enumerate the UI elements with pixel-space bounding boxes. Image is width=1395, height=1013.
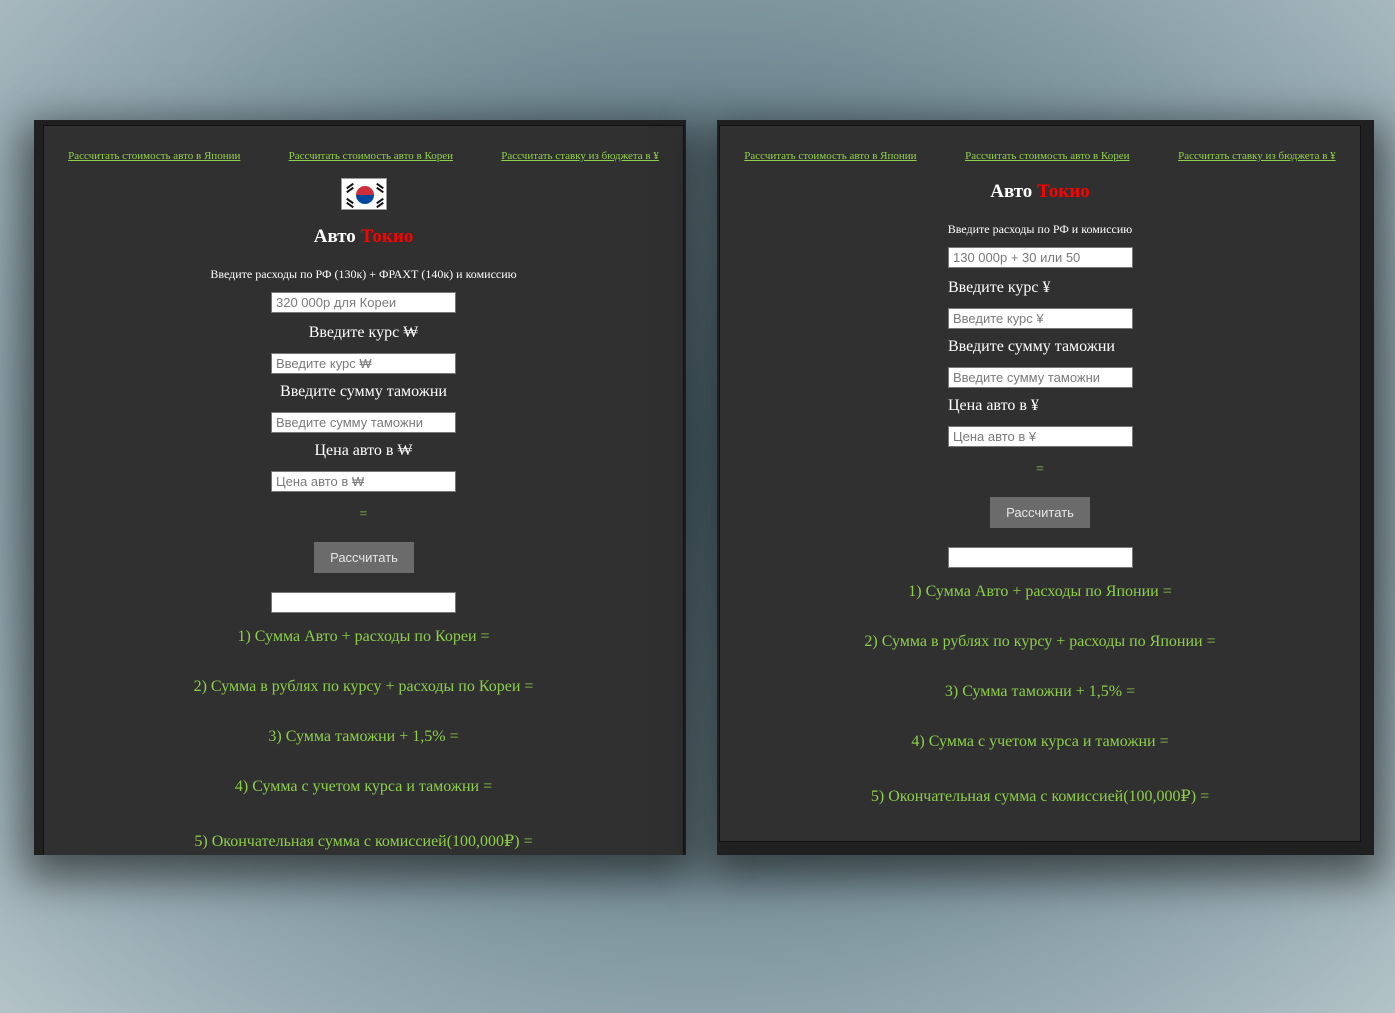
japan-calculator-window: Рассчитать стоимость авто в Японии Рассч…	[717, 120, 1374, 855]
customs-input[interactable]	[271, 412, 456, 433]
price-input[interactable]	[948, 426, 1133, 447]
japan-calculator-panel: Рассчитать стоимость авто в Японии Рассч…	[719, 125, 1361, 842]
title-prefix: Авто	[990, 181, 1033, 202]
price-input[interactable]	[271, 471, 456, 492]
result-line-3: 3) Сумма таможни + 1,5% =	[268, 728, 459, 745]
price-label: Цена авто в ¥	[948, 397, 1039, 414]
result-line-3: 3) Сумма таможни + 1,5% =	[944, 683, 1136, 700]
japan-nav: Рассчитать стоимость авто в Японии Рассч…	[720, 150, 1360, 162]
result-line-1: 1) Сумма Авто + расходы по Японии =	[908, 583, 1172, 600]
page-title: Авто Токио	[720, 181, 1360, 203]
page-title: Авто Токио	[44, 226, 683, 248]
expenses-hint: Введите расходы по РФ и комиссию	[947, 222, 1133, 236]
customs-input[interactable]	[948, 367, 1133, 388]
nav-link-korea[interactable]: Рассчитать стоимость авто в Кореи	[289, 150, 453, 162]
rate-input[interactable]	[948, 308, 1133, 329]
nav-link-budget[interactable]: Рассчитать ставку из бюджета в ¥	[1178, 150, 1336, 162]
result-line-1: 1) Сумма Авто + расходы по Кореи =	[237, 628, 490, 645]
result-input[interactable]	[948, 547, 1133, 568]
calculate-button[interactable]: Рассчитать	[314, 542, 414, 573]
price-label: Цена авто в ₩	[314, 442, 413, 459]
equals-sign: =	[1036, 462, 1044, 477]
rate-label: Введите курс ¥	[948, 279, 1051, 296]
south-korea-flag-icon	[341, 178, 387, 210]
nav-link-budget[interactable]: Рассчитать ставку из бюджета в ¥	[501, 150, 659, 162]
result-line-2: 2) Сумма в рублях по курсу + расходы по …	[193, 678, 534, 695]
nav-link-japan[interactable]: Рассчитать стоимость авто в Японии	[68, 150, 240, 162]
equals-sign: =	[359, 507, 368, 522]
nav-link-korea[interactable]: Рассчитать стоимость авто в Кореи	[965, 150, 1129, 162]
title-brand: Токио	[360, 226, 414, 247]
result-line-5: 5) Окончательная сумма с комиссией(100,0…	[870, 788, 1210, 805]
expenses-input[interactable]	[271, 292, 456, 313]
rate-label: Введите курс ₩	[308, 324, 419, 341]
result-line-2: 2) Сумма в рублях по курсу + расходы по …	[864, 633, 1216, 650]
result-input[interactable]	[271, 592, 456, 613]
customs-label: Введите сумму таможни	[948, 338, 1115, 355]
expenses-hint: Введите расходы по РФ (130к) + ФРАХТ (14…	[210, 267, 517, 281]
expenses-input[interactable]	[948, 247, 1133, 268]
korea-calculator-window: Рассчитать стоимость авто в Японии Рассч…	[34, 120, 686, 855]
title-brand: Токио	[1037, 181, 1090, 202]
title-prefix: Авто	[313, 226, 356, 247]
result-line-5: 5) Окончательная сумма с комиссией(100,0…	[194, 833, 533, 850]
calculate-button[interactable]: Рассчитать	[990, 497, 1090, 528]
result-line-4: 4) Сумма с учетом курса и таможни =	[911, 733, 1169, 750]
result-line-4: 4) Сумма с учетом курса и таможни =	[234, 778, 493, 795]
korea-calculator-panel: Рассчитать стоимость авто в Японии Рассч…	[43, 125, 684, 855]
rate-input[interactable]	[271, 353, 456, 374]
korea-nav: Рассчитать стоимость авто в Японии Рассч…	[44, 150, 683, 162]
nav-link-japan[interactable]: Рассчитать стоимость авто в Японии	[744, 150, 916, 162]
customs-label: Введите сумму таможни	[280, 383, 447, 400]
